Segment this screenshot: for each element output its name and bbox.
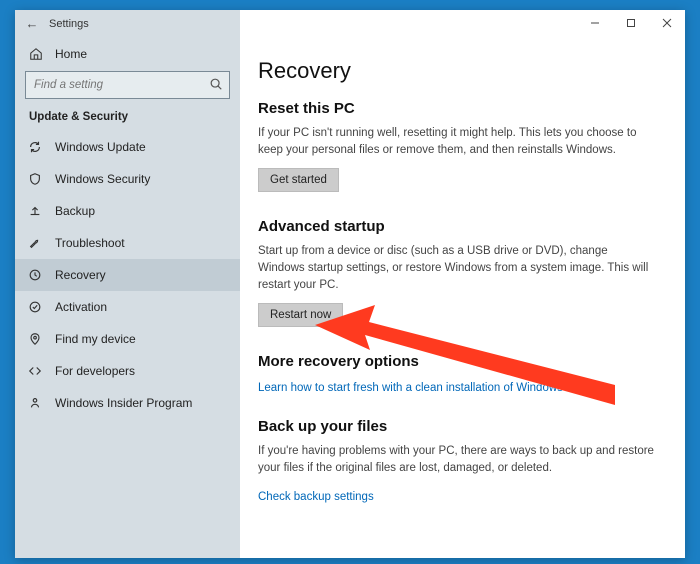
sidebar-nav: Windows Update Windows Security [15, 131, 240, 419]
sidebar-item-label: Windows Update [55, 140, 230, 154]
location-icon [27, 331, 43, 347]
sidebar-item-backup[interactable]: Backup [15, 195, 240, 227]
backup-description: If you're having problems with your PC, … [258, 443, 657, 476]
search-icon [209, 77, 223, 94]
sidebar-item-windows-security[interactable]: Windows Security [15, 163, 240, 195]
search-wrap [15, 67, 240, 107]
developer-icon [27, 363, 43, 379]
sidebar-item-for-developers[interactable]: For developers [15, 355, 240, 387]
home-nav[interactable]: Home [15, 39, 240, 67]
sidebar-item-label: Find my device [55, 332, 230, 346]
start-fresh-link[interactable]: Learn how to start fresh with a clean in… [258, 382, 563, 394]
app-title: Settings [49, 18, 89, 30]
restart-now-button[interactable]: Restart now [258, 303, 343, 327]
sidebar-item-label: Windows Insider Program [55, 396, 230, 410]
settings-window: ← Settings Home [15, 10, 685, 558]
sidebar-item-activation[interactable]: Activation [15, 291, 240, 323]
window-controls [577, 10, 685, 36]
desktop-background: ← Settings Home [0, 0, 700, 564]
sidebar-item-label: Windows Security [55, 172, 230, 186]
sidebar-item-label: Recovery [55, 268, 230, 282]
check-circle-icon [27, 299, 43, 315]
close-button[interactable] [649, 10, 685, 36]
advanced-startup-description: Start up from a device or disc (such as … [258, 243, 657, 293]
sidebar-item-insider-program[interactable]: Windows Insider Program [15, 387, 240, 419]
wrench-icon [27, 235, 43, 251]
shield-icon [27, 171, 43, 187]
home-icon [27, 47, 45, 61]
check-backup-link[interactable]: Check backup settings [258, 491, 374, 503]
sidebar-item-label: Backup [55, 204, 230, 218]
sidebar-item-troubleshoot[interactable]: Troubleshoot [15, 227, 240, 259]
advanced-startup-heading: Advanced startup [258, 218, 657, 235]
search-input[interactable] [32, 78, 209, 92]
search-box[interactable] [25, 71, 230, 99]
sidebar-item-label: For developers [55, 364, 230, 378]
sidebar-item-label: Activation [55, 300, 230, 314]
insider-icon [27, 395, 43, 411]
minimize-button[interactable] [577, 10, 613, 36]
home-label: Home [55, 47, 87, 61]
sidebar-item-label: Troubleshoot [55, 236, 230, 250]
sidebar-item-recovery[interactable]: Recovery [15, 259, 240, 291]
reset-description: If your PC isn't running well, resetting… [258, 125, 657, 158]
sidebar: ← Settings Home [15, 10, 240, 558]
page-title: Recovery [258, 58, 657, 84]
backup-heading: Back up your files [258, 418, 657, 435]
reset-heading: Reset this PC [258, 100, 657, 117]
sync-icon [27, 139, 43, 155]
more-recovery-heading: More recovery options [258, 353, 657, 370]
get-started-button[interactable]: Get started [258, 168, 339, 192]
backup-icon [27, 203, 43, 219]
sidebar-section-label: Update & Security [15, 107, 240, 129]
back-icon[interactable]: ← [23, 16, 41, 31]
recovery-icon [27, 267, 43, 283]
sidebar-item-windows-update[interactable]: Windows Update [15, 131, 240, 163]
maximize-button[interactable] [613, 10, 649, 36]
sidebar-item-find-my-device[interactable]: Find my device [15, 323, 240, 355]
titlebar: ← Settings [15, 10, 240, 33]
content-pane: Recovery Reset this PC If your PC isn't … [240, 10, 685, 558]
